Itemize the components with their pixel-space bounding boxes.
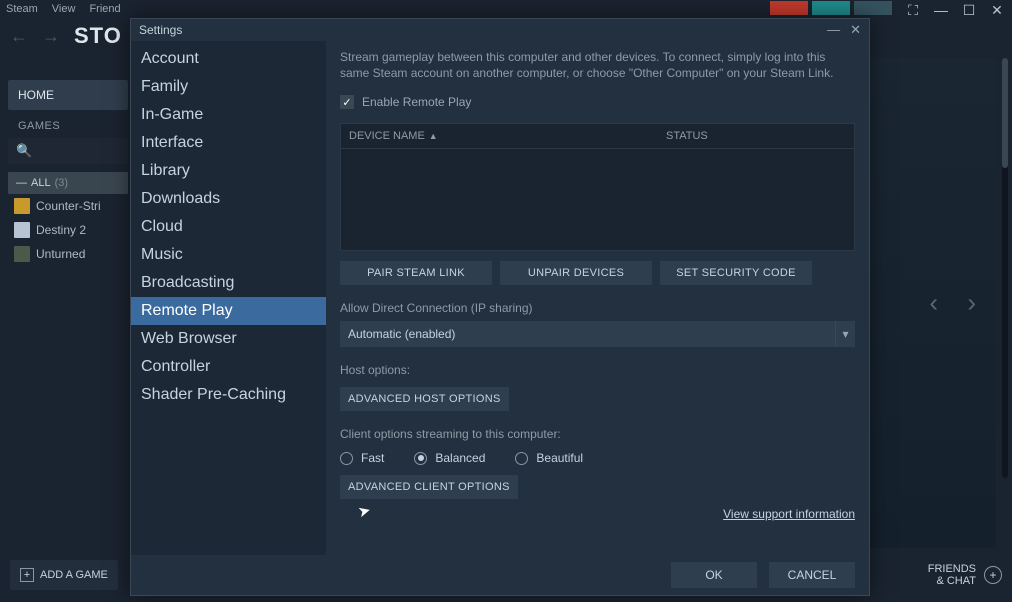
fullscreen-icon[interactable]: ⛶ — [904, 2, 922, 19]
settings-category-interface[interactable]: Interface — [131, 129, 326, 157]
all-count: (3) — [55, 177, 68, 189]
sidebar-games-header: GAMES — [8, 114, 128, 138]
settings-category-list: AccountFamilyIn-GameInterfaceLibraryDown… — [131, 41, 326, 555]
quality-beautiful-label: Beautiful — [536, 451, 583, 465]
carousel-prev-icon[interactable]: ‹ — [929, 288, 938, 319]
menu-friends[interactable]: Friend — [89, 3, 120, 15]
game-icon — [14, 198, 30, 214]
settings-category-account[interactable]: Account — [131, 45, 326, 73]
settings-panel-remote-play: Stream gameplay between this computer an… — [326, 41, 869, 555]
collapse-icon: — — [16, 177, 27, 189]
maximize-icon[interactable]: ☐ — [960, 2, 978, 19]
carousel-next-icon[interactable]: › — [967, 288, 976, 319]
quality-balanced[interactable]: Balanced — [414, 451, 485, 465]
quality-radio-group: Fast Balanced Beautiful — [340, 451, 855, 465]
back-arrow-icon[interactable]: ← — [10, 26, 28, 47]
quality-fast-label: Fast — [361, 451, 384, 465]
sidebar-tab-home[interactable]: HOME — [8, 80, 128, 110]
radio-icon — [340, 452, 353, 465]
notification-tab-teal[interactable] — [812, 1, 850, 15]
plus-icon: + — [20, 568, 34, 582]
direct-connection-label: Allow Direct Connection (IP sharing) — [340, 301, 855, 315]
view-support-link[interactable]: View support information — [723, 507, 855, 521]
settings-dialog: Settings — ✕ AccountFamilyIn-GameInterfa… — [130, 18, 870, 596]
dialog-minimize-icon[interactable]: — — [827, 22, 840, 38]
close-icon[interactable]: ✕ — [988, 2, 1006, 19]
window-controls: ⛶ — ☐ ✕ — [904, 2, 1006, 19]
add-game-label: ADD A GAME — [40, 569, 108, 581]
host-options-label: Host options: — [340, 363, 855, 377]
dialog-close-icon[interactable]: ✕ — [850, 22, 861, 38]
radio-icon — [515, 452, 528, 465]
library-search-input[interactable]: 🔍 — [8, 138, 128, 164]
settings-category-shader-pre-caching[interactable]: Shader Pre-Caching — [131, 381, 326, 409]
game-label: Unturned — [36, 247, 85, 261]
chevron-down-icon[interactable]: ▾ — [835, 321, 855, 347]
settings-category-library[interactable]: Library — [131, 157, 326, 185]
library-filter-all[interactable]: — ALL (3) — [8, 172, 128, 194]
set-security-code-button[interactable]: SET SECURITY CODE — [660, 261, 812, 285]
device-table-header: DEVICE NAME ▲ STATUS — [341, 124, 854, 149]
game-label: Counter-Stri — [36, 199, 101, 213]
settings-category-remote-play[interactable]: Remote Play — [131, 297, 326, 325]
direct-connection-select[interactable]: Automatic (enabled) ▾ — [340, 321, 855, 347]
advanced-client-options-button[interactable]: ADVANCED CLIENT OPTIONS — [340, 475, 518, 499]
friends-label-2: & CHAT — [928, 575, 976, 587]
game-label: Destiny 2 — [36, 223, 86, 237]
add-game-button[interactable]: + ADD A GAME — [10, 560, 118, 590]
library-sidebar: HOME GAMES 🔍 — ALL (3) Counter-Stri Dest… — [8, 80, 128, 266]
settings-category-music[interactable]: Music — [131, 241, 326, 269]
settings-category-broadcasting[interactable]: Broadcasting — [131, 269, 326, 297]
friends-chat-button[interactable]: FRIENDS & CHAT + — [928, 563, 1002, 587]
plus-circle-icon: + — [984, 566, 1002, 584]
settings-category-cloud[interactable]: Cloud — [131, 213, 326, 241]
ok-button[interactable]: OK — [671, 562, 757, 588]
game-item-unturned[interactable]: Unturned — [8, 242, 128, 266]
cancel-button[interactable]: CANCEL — [769, 562, 855, 588]
notification-tab-grey[interactable] — [854, 1, 892, 15]
menu-steam[interactable]: Steam — [6, 3, 38, 15]
forward-arrow-icon[interactable]: → — [42, 26, 60, 47]
store-title: STO — [74, 23, 122, 49]
game-item-csgo[interactable]: Counter-Stri — [8, 194, 128, 218]
settings-category-in-game[interactable]: In-Game — [131, 101, 326, 129]
all-label: ALL — [31, 177, 51, 189]
col-status[interactable]: STATUS — [666, 130, 708, 142]
scrollbar-thumb[interactable] — [1002, 58, 1008, 168]
unpair-devices-button[interactable]: UNPAIR DEVICES — [500, 261, 652, 285]
enable-remote-play-checkbox[interactable]: ✓ — [340, 95, 354, 109]
menu-view[interactable]: View — [52, 3, 76, 15]
quality-fast[interactable]: Fast — [340, 451, 384, 465]
notification-tabs — [770, 1, 892, 15]
quality-balanced-label: Balanced — [435, 451, 485, 465]
quality-beautiful[interactable]: Beautiful — [515, 451, 583, 465]
dialog-title: Settings — [139, 23, 182, 37]
friends-label-1: FRIENDS — [928, 563, 976, 575]
advanced-host-options-button[interactable]: ADVANCED HOST OPTIONS — [340, 387, 509, 411]
settings-category-downloads[interactable]: Downloads — [131, 185, 326, 213]
dialog-titlebar: Settings — ✕ — [131, 19, 869, 41]
enable-remote-play-label: Enable Remote Play — [362, 95, 471, 109]
device-table: DEVICE NAME ▲ STATUS — [340, 123, 855, 251]
minimize-icon[interactable]: — — [932, 2, 950, 19]
dialog-footer: OK CANCEL — [131, 555, 869, 595]
radio-icon — [414, 452, 427, 465]
settings-category-controller[interactable]: Controller — [131, 353, 326, 381]
enable-remote-play-row[interactable]: ✓ Enable Remote Play — [340, 95, 855, 109]
game-item-destiny[interactable]: Destiny 2 — [8, 218, 128, 242]
pair-steam-link-button[interactable]: PAIR STEAM LINK — [340, 261, 492, 285]
notification-tab-red[interactable] — [770, 1, 808, 15]
col-device-name[interactable]: DEVICE NAME — [349, 130, 425, 142]
client-options-label: Client options streaming to this compute… — [340, 427, 855, 441]
remote-play-description: Stream gameplay between this computer an… — [340, 49, 855, 81]
search-icon: 🔍 — [16, 143, 32, 159]
settings-category-web-browser[interactable]: Web Browser — [131, 325, 326, 353]
settings-category-family[interactable]: Family — [131, 73, 326, 101]
direct-connection-value: Automatic (enabled) — [348, 327, 455, 341]
sort-asc-icon: ▲ — [429, 131, 438, 141]
game-icon — [14, 246, 30, 262]
game-icon — [14, 222, 30, 238]
vertical-scrollbar[interactable] — [1002, 58, 1008, 478]
